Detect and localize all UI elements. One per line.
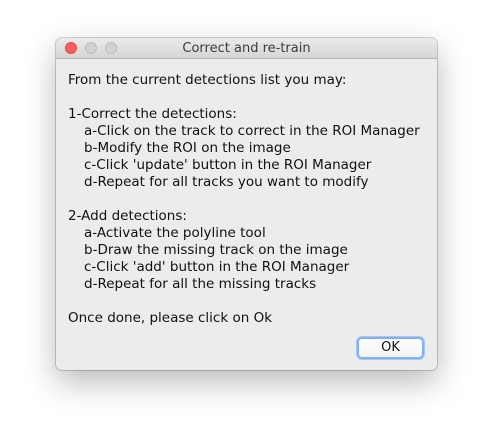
section-2-step: d-Repeat for all the missing tracks [84, 276, 317, 292]
title-bar[interactable]: Correct and re-train [56, 38, 437, 59]
section-1-heading: 1-Correct the detections: [68, 106, 237, 122]
section-2-heading: 2-Add detections: [68, 208, 187, 224]
footer-text: Once done, please click on Ok [68, 310, 273, 326]
message-body: From the current detections list you may… [68, 72, 429, 327]
section-1-step: c-Click 'update' button in the ROI Manag… [84, 157, 372, 173]
section-1-step: d-Repeat for all tracks you want to modi… [84, 174, 369, 190]
section-1-step: b-Modify the ROI on the image [84, 140, 291, 156]
intro-text: From the current detections list you may… [68, 72, 347, 88]
section-2-step: c-Click 'add' button in the ROI Manager [84, 259, 350, 275]
ok-button[interactable]: OK [357, 337, 424, 359]
window-title: Correct and re-train [182, 41, 311, 56]
section-1-step: a-Click on the track to correct in the R… [84, 123, 420, 139]
section-2-step: b-Draw the missing track on the image [84, 242, 348, 258]
dialog-window: Correct and re-train From the current de… [56, 38, 437, 370]
section-2-step: a-Activate the polyline tool [84, 225, 266, 241]
